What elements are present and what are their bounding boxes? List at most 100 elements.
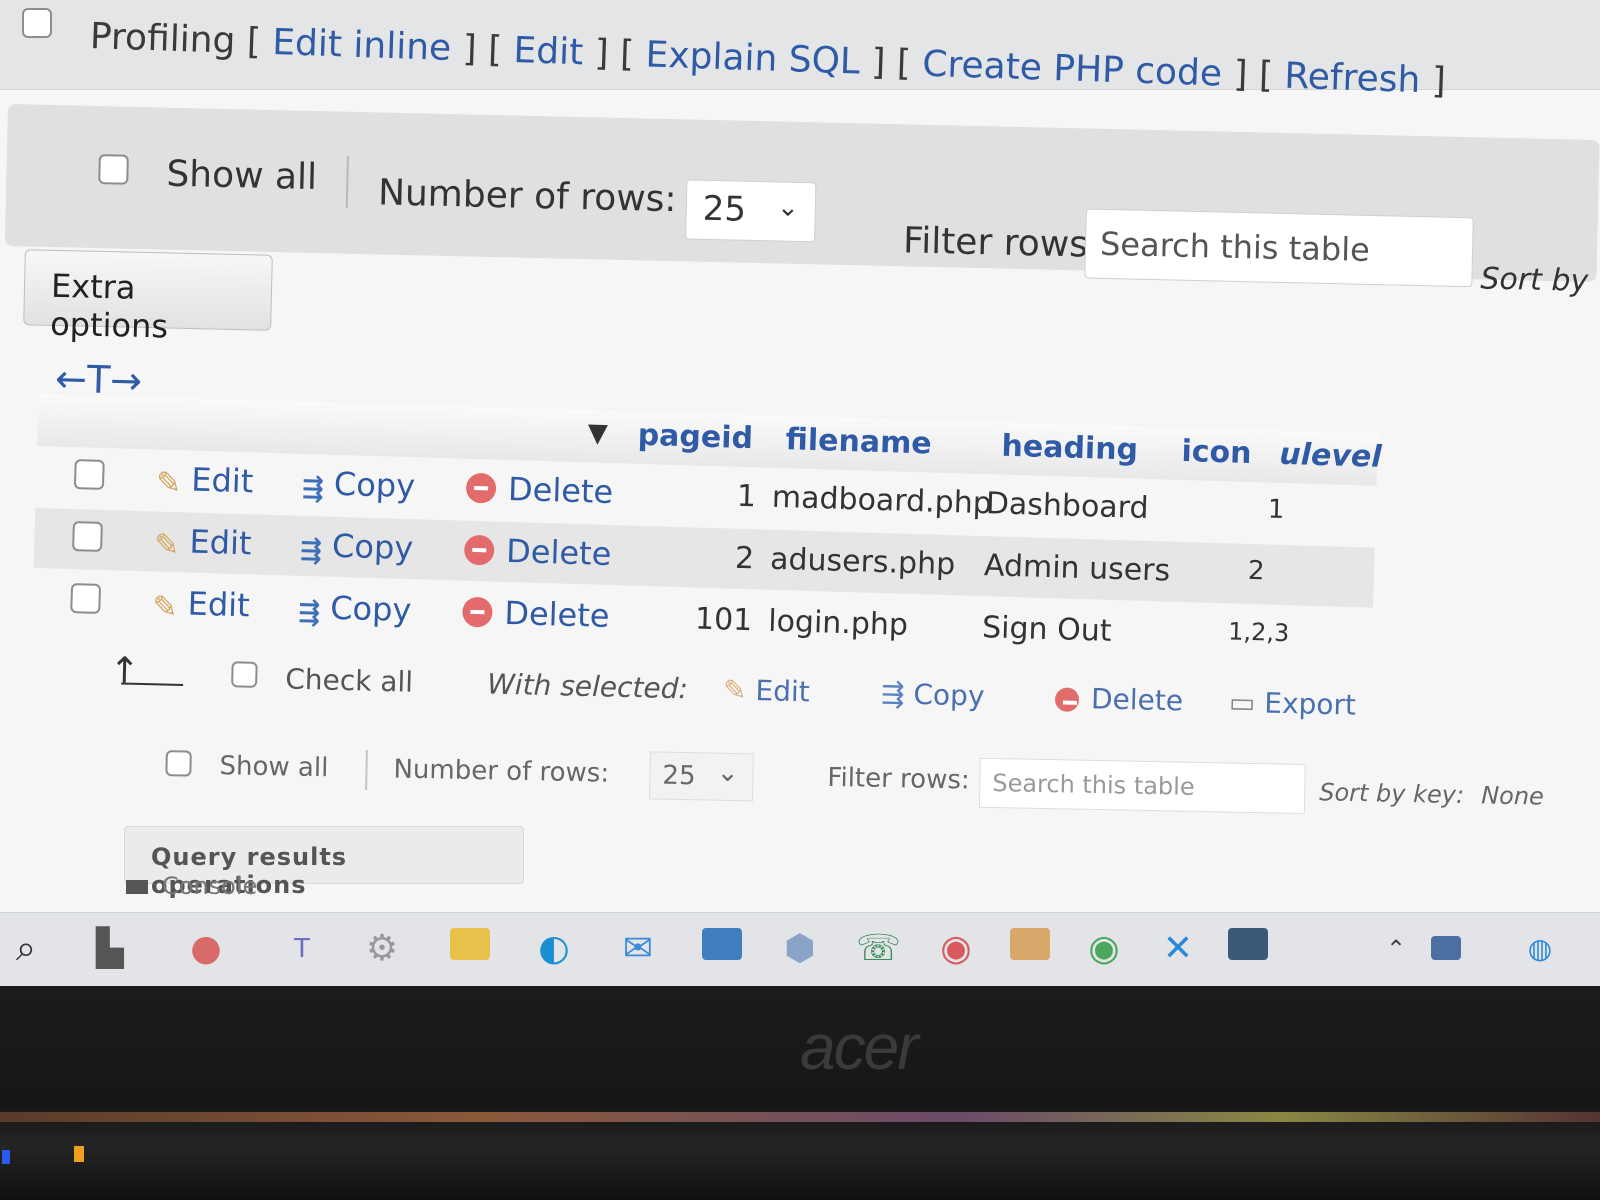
filter-rows-input-bottom[interactable] <box>978 757 1306 814</box>
copy-label: Copy <box>333 464 416 506</box>
filter-rows-label-bottom: Filter rows: <box>827 762 970 796</box>
cell-heading[interactable]: Sign Out <box>982 610 1112 649</box>
check-all-checkbox[interactable] <box>231 661 258 688</box>
notification-icon[interactable]: ◍ <box>1518 927 1562 971</box>
phpmyadmin-app: Profiling [ Edit inline ] [ Edit ] [ Exp… <box>0 0 1600 920</box>
rows-select[interactable]: 25 ⌄ <box>685 179 817 243</box>
settings-icon[interactable]: ⚙ <box>360 927 404 971</box>
edit-link[interactable]: Edit <box>513 30 584 73</box>
rows-select-bottom[interactable]: 25 ⌄ <box>648 751 754 802</box>
sort-by-key-label: Sort by key: <box>1318 778 1465 810</box>
cell-pageid[interactable]: 1 <box>685 477 756 515</box>
store-icon[interactable]: ⬢ <box>778 927 822 971</box>
sort-triangle-icon[interactable]: ▼ <box>587 418 608 449</box>
column-header-pageid[interactable]: pageid <box>637 418 753 456</box>
chrome-icon[interactable]: ◉ <box>934 927 978 971</box>
copy-icon: ⇶ <box>299 535 323 567</box>
row-copy-button[interactable]: ⇶ Copy <box>298 588 412 631</box>
rows-select-value: 25 <box>702 188 747 230</box>
refresh-link[interactable]: Refresh <box>1284 56 1421 101</box>
cell-pageid[interactable]: 2 <box>684 539 755 577</box>
delete-icon <box>1054 687 1080 712</box>
row-copy-button[interactable]: ⇶ Copy <box>300 526 414 569</box>
cell-filename[interactable]: madboard.php <box>771 480 992 522</box>
pencil-icon: ✎ <box>155 465 182 502</box>
rows-select-value: 25 <box>662 760 696 792</box>
results-table: ←T→ ▼ pageid filename heading icon uleve… <box>31 350 1399 690</box>
delete-label: Delete <box>503 593 611 636</box>
profiling-label: Profiling <box>89 16 237 62</box>
filter-rows-label: Filter rows: <box>902 220 1101 266</box>
column-header-filename[interactable]: filename <box>785 422 932 461</box>
delete-label: Delete <box>505 531 612 574</box>
show-all-label: Show all <box>165 153 318 199</box>
show-all-checkbox-bottom[interactable] <box>165 750 192 777</box>
check-all-label[interactable]: Check all <box>285 663 414 699</box>
whatsapp-icon[interactable]: ☏ <box>856 927 901 971</box>
cell-heading[interactable]: Dashboard <box>985 486 1149 526</box>
chrome-profile-icon[interactable]: ◉ <box>1082 927 1126 971</box>
bulk-edit-button[interactable]: ✎ Edit <box>723 673 810 708</box>
vscode-icon[interactable]: ✕ <box>1156 927 1200 971</box>
edit-label: Edit <box>190 460 254 501</box>
chevron-down-icon: ⌄ <box>716 757 739 789</box>
cell-heading[interactable]: Admin users <box>984 548 1171 589</box>
column-header-heading[interactable]: heading <box>1001 429 1139 468</box>
task-view-icon[interactable]: ▙ <box>88 927 132 971</box>
file-explorer-icon[interactable] <box>448 927 492 971</box>
delete-icon <box>463 534 495 566</box>
filter-rows-input[interactable] <box>1084 208 1474 288</box>
profiling-line: Profiling [ Edit inline ] [ Edit ] [ Exp… <box>89 16 1447 102</box>
explain-sql-link[interactable]: Explain SQL <box>645 34 861 82</box>
nav-divider <box>365 749 368 790</box>
photos-icon[interactable] <box>700 927 744 971</box>
row-edit-button[interactable]: ✎ Edit <box>152 583 250 627</box>
orange-led <box>74 1146 84 1162</box>
row-edit-button[interactable]: ✎ Edit <box>156 460 254 504</box>
hinge-strip <box>0 1112 1600 1122</box>
teams-icon[interactable]: T <box>280 927 324 971</box>
row-checkbox[interactable] <box>72 521 103 552</box>
create-php-code-link[interactable]: Create PHP code <box>922 44 1223 95</box>
console-label: Console <box>162 872 258 900</box>
sort-by-key-select[interactable]: None <box>1481 781 1544 810</box>
bulk-delete-button[interactable]: Delete <box>1054 681 1183 717</box>
column-header-ulevel[interactable]: ulevel <box>1279 437 1382 475</box>
row-delete-button[interactable]: Delete <box>463 531 612 574</box>
row-delete-button[interactable]: Delete <box>461 593 611 636</box>
edit-label: Edit <box>188 522 253 563</box>
edit-inline-link[interactable]: Edit inline <box>272 22 452 69</box>
console-toggle[interactable]: Console <box>126 872 257 900</box>
console-icon <box>126 880 148 894</box>
profiling-checkbox[interactable] <box>22 8 52 38</box>
column-header-icon[interactable]: icon <box>1181 434 1252 471</box>
cell-ulevel[interactable]: 1 <box>1267 495 1284 525</box>
row-edit-button[interactable]: ✎ Edit <box>154 521 252 565</box>
bulk-copy-button[interactable]: ⇶ Copy <box>881 677 985 713</box>
terminal-icon[interactable] <box>1226 927 1270 971</box>
mail-icon[interactable]: ✉ <box>616 927 660 971</box>
app-icon[interactable] <box>1008 927 1052 971</box>
extra-options-button[interactable]: Extra options <box>23 249 273 345</box>
firefox-icon[interactable]: ● <box>184 927 228 971</box>
cell-ulevel[interactable]: 2 <box>1248 556 1265 586</box>
cell-ulevel[interactable]: 1,2,3 <box>1228 617 1290 647</box>
chevron-up-icon[interactable]: ⌃ <box>1374 927 1418 971</box>
arrow-up-icon: ↑ <box>108 650 141 692</box>
row-copy-button[interactable]: ⇶ Copy <box>302 464 416 507</box>
search-icon[interactable]: ⌕ <box>4 927 48 971</box>
profiling-bar: Profiling [ Edit inline ] [ Edit ] [ Exp… <box>0 0 1600 102</box>
network-icon[interactable] <box>1424 927 1468 971</box>
cell-pageid[interactable]: 101 <box>682 601 753 639</box>
cell-filename[interactable]: adusers.php <box>770 542 956 582</box>
copy-label: Copy <box>331 526 414 568</box>
bulk-export-button[interactable]: ▭ Export <box>1229 686 1357 722</box>
cell-filename[interactable]: login.php <box>768 604 909 643</box>
row-checkbox[interactable] <box>73 459 105 490</box>
edge-icon[interactable]: ◐ <box>532 927 576 971</box>
row-checkbox[interactable] <box>70 583 102 614</box>
rows-label: Number of rows: <box>377 172 678 221</box>
row-delete-button[interactable]: Delete <box>465 469 614 511</box>
rows-label-bottom: Number of rows: <box>393 754 610 789</box>
show-all-checkbox[interactable] <box>98 154 129 185</box>
